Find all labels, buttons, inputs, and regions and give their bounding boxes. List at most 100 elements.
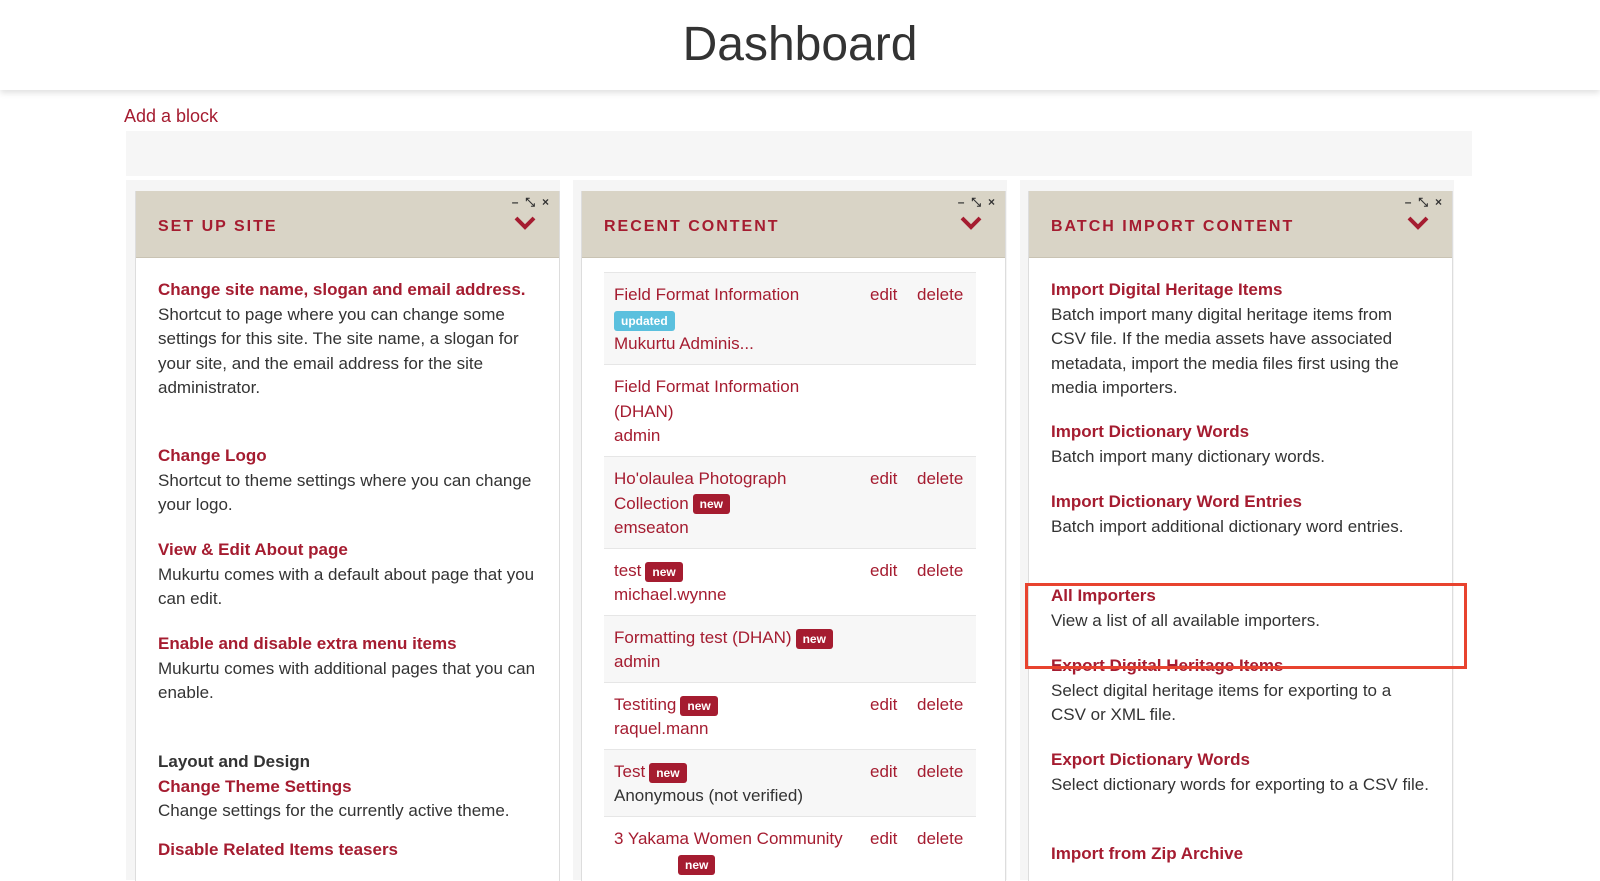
item-description: Shortcut to theme settings where you can… xyxy=(158,470,532,515)
delete-link[interactable]: delete xyxy=(917,467,963,492)
item-description: Batch import many dictionary words. xyxy=(1051,446,1325,466)
delete-link[interactable]: delete xyxy=(917,827,963,852)
item-description: View a list of all available importers. xyxy=(1051,610,1320,630)
import-dh-items-link[interactable]: Import Digital Heritage Items xyxy=(1051,278,1430,303)
batch-import-panel: Batch import content – ⤡ × Import Digita… xyxy=(1028,191,1453,881)
edit-link[interactable]: edit xyxy=(870,559,897,584)
content-title: Testiting new xyxy=(614,693,864,718)
item-description: Select dictionary words for exporting to… xyxy=(1051,774,1429,794)
theme-settings-link[interactable]: Change Theme Settings xyxy=(158,775,537,800)
chevron-down-icon[interactable] xyxy=(1406,215,1430,231)
content-author-link[interactable]: raquel.mann xyxy=(614,717,709,742)
content-author-link[interactable]: emseaton xyxy=(614,516,689,541)
chevron-down-icon[interactable] xyxy=(959,215,983,231)
setup-item: Disable Related Items teasers xyxy=(158,838,537,863)
related-items-link[interactable]: Disable Related Items teasers xyxy=(158,838,537,863)
panel-controls: – ⤡ × xyxy=(958,195,995,209)
edit-link[interactable]: edit xyxy=(870,760,897,785)
content-title-link[interactable]: Formatting test (DHAN) xyxy=(614,628,792,647)
new-badge: new xyxy=(645,561,683,582)
content-author-link[interactable]: Mukurtu Adminis... xyxy=(614,332,754,357)
close-icon[interactable]: × xyxy=(542,195,549,209)
expand-icon[interactable]: ⤡ xyxy=(525,195,535,209)
recent-content-panel: Recent content – ⤡ × Field Format Inform… xyxy=(581,191,1006,881)
content-title-link[interactable]: test xyxy=(614,561,641,580)
page-title: Dashboard xyxy=(682,18,918,71)
import-item: All Importers View a list of all availab… xyxy=(1051,584,1430,633)
panel-title: Batch import content xyxy=(1051,218,1295,235)
content-title-link[interactable]: Test xyxy=(614,762,645,781)
import-dictionary-words-link[interactable]: Import Dictionary Words xyxy=(1051,420,1430,445)
delete-link[interactable]: delete xyxy=(917,283,963,308)
change-site-name-link[interactable]: Change site name, slogan and email addre… xyxy=(158,278,537,303)
content-author-link[interactable]: admin xyxy=(614,650,660,675)
panel-body: Change site name, slogan and email addre… xyxy=(136,258,559,881)
content-row: Testiting new raquel.mann edit delete xyxy=(604,682,976,750)
export-dictionary-words-link[interactable]: Export Dictionary Words xyxy=(1051,748,1430,773)
delete-link[interactable]: delete xyxy=(917,559,963,584)
content-title-link[interactable]: Testiting xyxy=(614,695,676,714)
setup-item: Enable and disable extra menu items Muku… xyxy=(158,632,537,706)
add-block-link[interactable]: Add a block xyxy=(124,106,218,127)
delete-link[interactable]: delete xyxy=(917,693,963,718)
content-title-link[interactable]: 3 Yakama Women Community xyxy=(614,827,864,852)
expand-icon[interactable]: ⤡ xyxy=(971,195,981,209)
panel-body: Field Format Information updated Mukurtu… xyxy=(582,258,1005,881)
content-author-link[interactable]: michael.wynne xyxy=(614,583,726,608)
panel-title: Recent content xyxy=(604,218,780,235)
import-item: Import Dictionary Words Batch import man… xyxy=(1051,420,1430,469)
item-description: Mukurtu comes with a default about page … xyxy=(158,564,535,609)
import-item: Export Digital Heritage Items Select dig… xyxy=(1051,654,1430,728)
content-row: Field Format Information (DHAN) admin xyxy=(604,364,976,457)
edit-link[interactable]: edit xyxy=(870,693,897,718)
chevron-down-icon[interactable] xyxy=(513,215,537,231)
panel-header: Set up site – ⤡ × xyxy=(136,191,559,258)
content-title: Formatting test (DHAN) new xyxy=(614,626,884,651)
delete-link[interactable]: delete xyxy=(917,760,963,785)
edit-link[interactable]: edit xyxy=(870,827,897,852)
import-item: Import from Zip Archive xyxy=(1051,842,1430,867)
content-row: Formatting test (DHAN) new admin xyxy=(604,615,976,683)
extra-menu-items-link[interactable]: Enable and disable extra menu items xyxy=(158,632,537,657)
content-row: test new michael.wynne edit delete xyxy=(604,548,976,616)
import-item: Import Digital Heritage Items Batch impo… xyxy=(1051,278,1430,401)
setup-item: Change Logo Shortcut to theme settings w… xyxy=(158,444,537,518)
content-author: Anonymous (not verified) xyxy=(614,786,803,805)
content-title-link[interactable]: Field Format Information xyxy=(614,283,864,308)
panel-header: Batch import content – ⤡ × xyxy=(1029,191,1452,258)
import-item: Import Dictionary Word Entries Batch imp… xyxy=(1051,490,1430,539)
content-row: Test new Anonymous (not verified) edit de… xyxy=(604,749,976,817)
export-dh-items-link[interactable]: Export Digital Heritage Items xyxy=(1051,654,1430,679)
close-icon[interactable]: × xyxy=(1435,195,1442,209)
import-zip-archive-link[interactable]: Import from Zip Archive xyxy=(1051,842,1430,867)
layout-design-heading: Layout and Design xyxy=(158,752,311,771)
content-author-link[interactable]: admin xyxy=(614,424,660,449)
content-row: Ho'olaulea Photograph Collection new emse… xyxy=(604,456,976,549)
edit-link[interactable]: edit xyxy=(870,283,897,308)
new-badge: new xyxy=(692,494,730,515)
item-description: Select digital heritage items for export… xyxy=(1051,680,1392,725)
change-logo-link[interactable]: Change Logo xyxy=(158,444,537,469)
minimize-icon[interactable]: – xyxy=(958,195,965,209)
new-badge: new xyxy=(680,695,718,716)
expand-icon[interactable]: ⤡ xyxy=(1418,195,1428,209)
panel-body: Import Digital Heritage Items Batch impo… xyxy=(1029,258,1452,881)
content-title: Test new xyxy=(614,760,864,785)
import-word-entries-link[interactable]: Import Dictionary Word Entries xyxy=(1051,490,1430,515)
content-title: test new xyxy=(614,559,864,584)
page-header: Dashboard xyxy=(0,0,1600,90)
minimize-icon[interactable]: – xyxy=(512,195,519,209)
about-page-link[interactable]: View & Edit About page xyxy=(158,538,537,563)
edit-link[interactable]: edit xyxy=(870,467,897,492)
updated-badge: updated xyxy=(614,311,675,331)
all-importers-link[interactable]: All Importers xyxy=(1051,584,1430,609)
new-badge: new xyxy=(649,762,687,783)
new-badge: new xyxy=(678,855,716,875)
minimize-icon[interactable]: – xyxy=(1405,195,1412,209)
panel-title: Set up site xyxy=(158,218,278,235)
close-icon[interactable]: × xyxy=(988,195,995,209)
block-region xyxy=(126,131,1472,176)
content-title-link[interactable]: Field Format Information (DHAN) xyxy=(614,375,834,424)
content-title: Ho'olaulea Photograph Collection new xyxy=(614,467,824,516)
item-description: Batch import additional dictionary word … xyxy=(1051,516,1404,536)
